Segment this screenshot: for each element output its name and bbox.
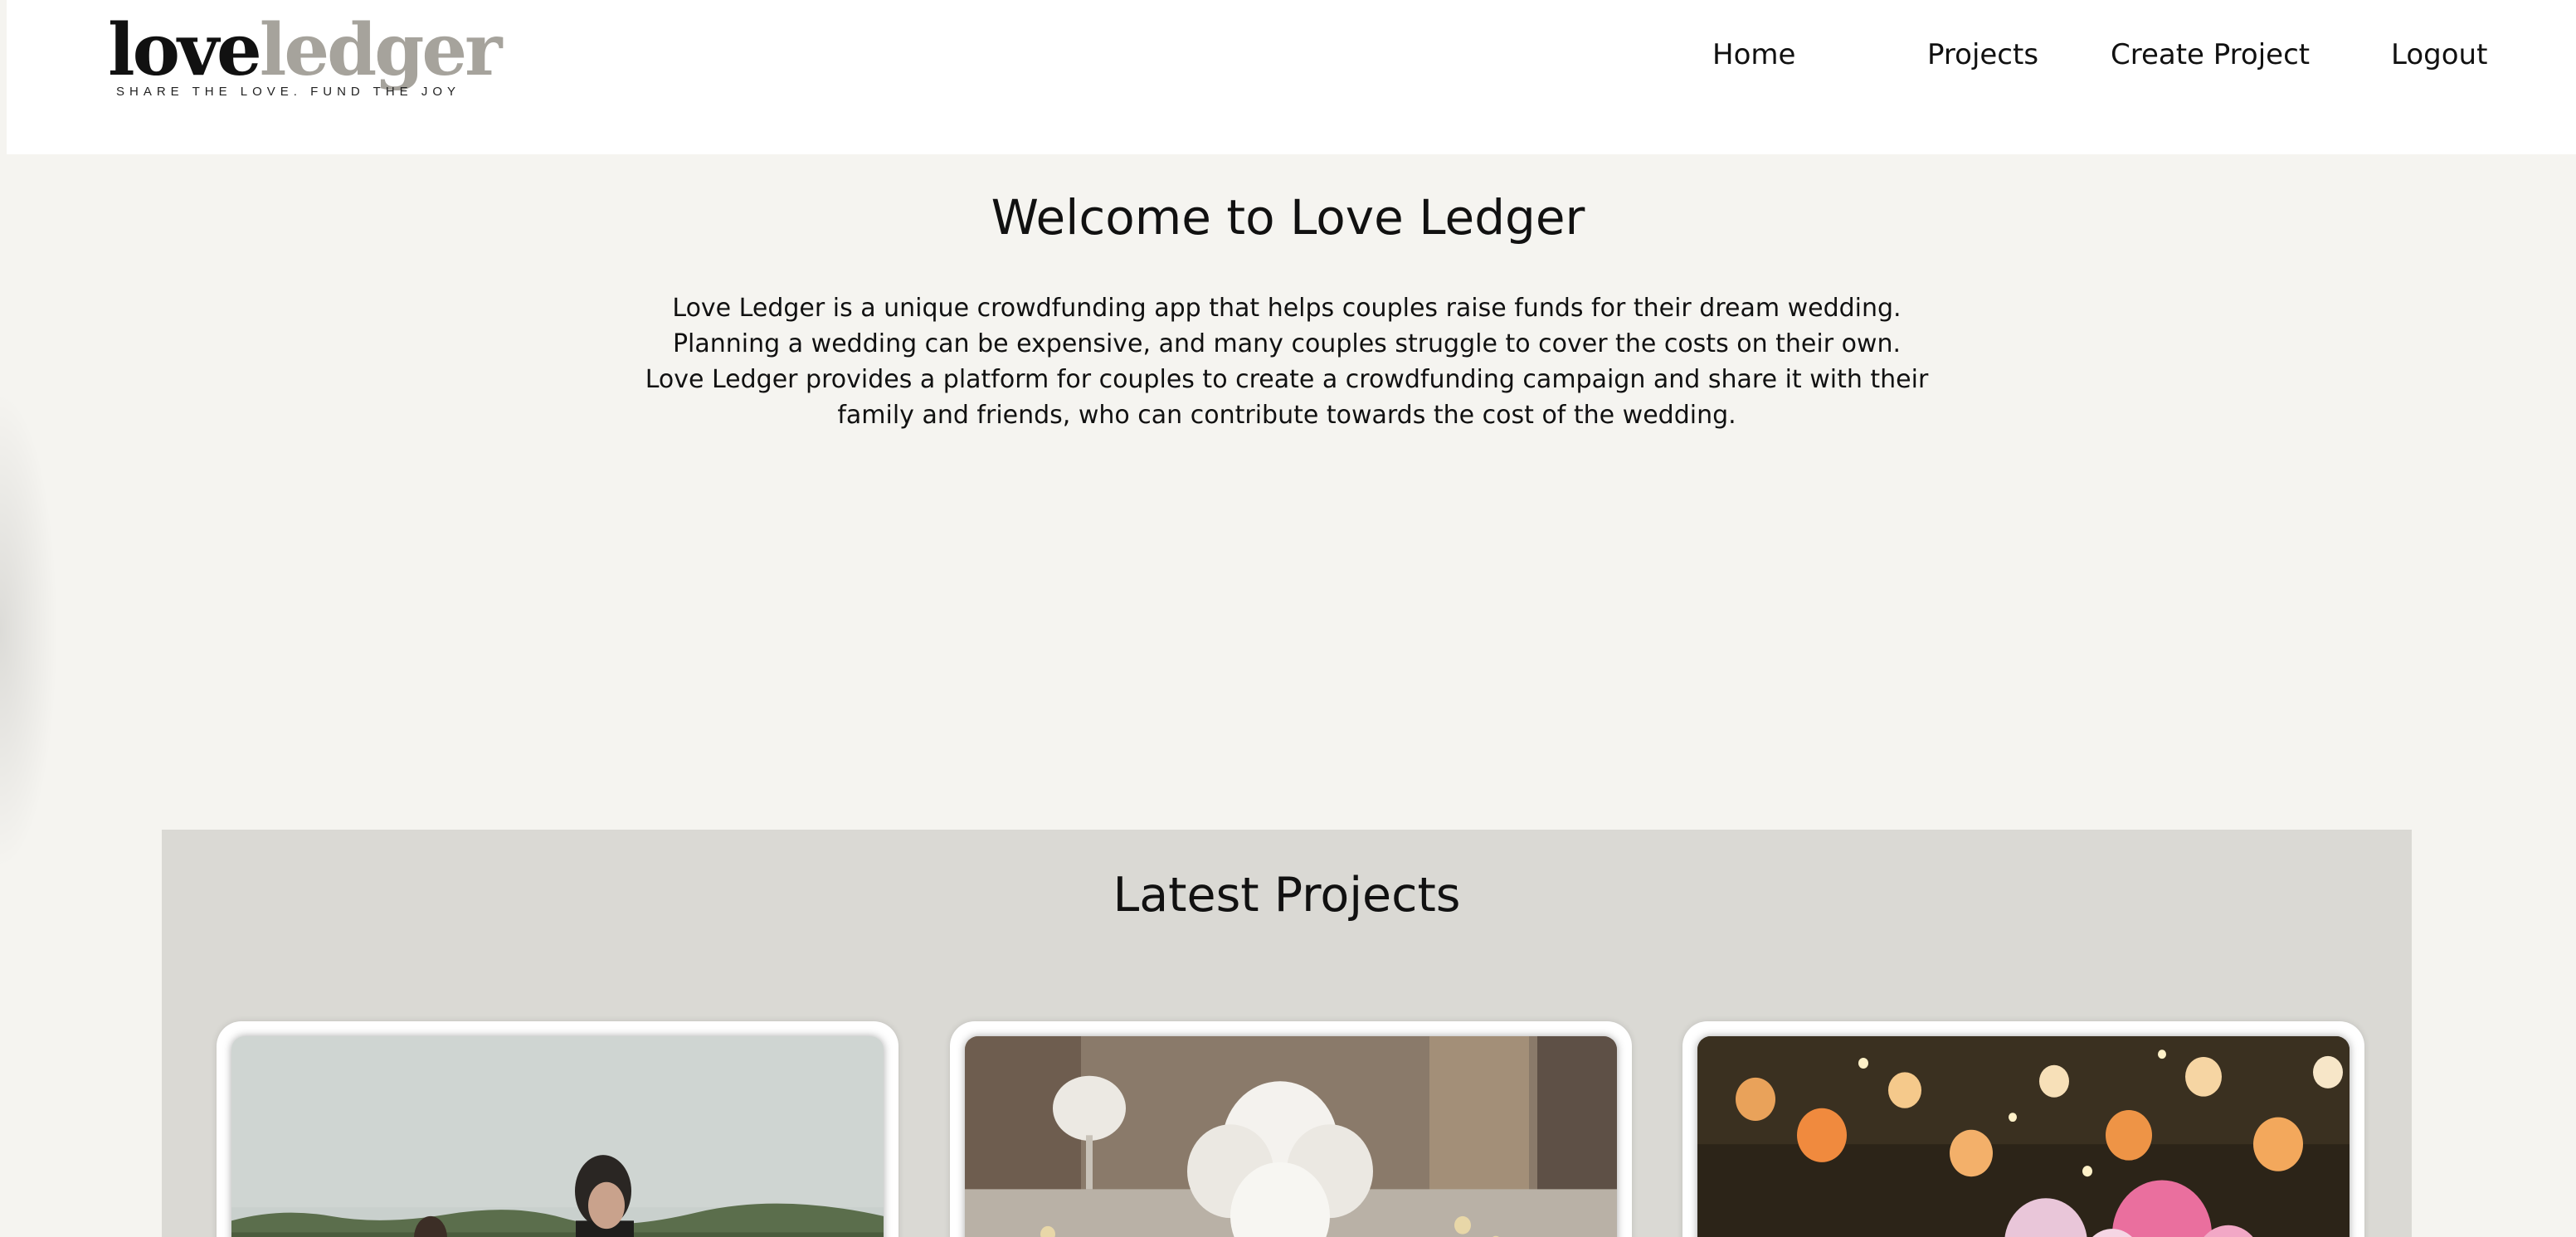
project-card[interactable] <box>950 1021 1632 1237</box>
nav-logout-link[interactable]: Logout <box>2391 38 2487 71</box>
site-header: loveledger SHARE THE LOVE. FUND THE JOY … <box>7 0 2576 154</box>
couple-outdoor-photo <box>231 1036 884 1237</box>
edge-shadow <box>0 390 58 871</box>
welcome-title: Welcome to Love Ledger <box>991 189 1585 246</box>
latest-projects-title: Latest Projects <box>1113 868 1461 923</box>
project-card[interactable] <box>217 1021 898 1237</box>
logo[interactable]: loveledger SHARE THE LOVE. FUND THE JOY <box>103 11 502 103</box>
welcome-description: Love Ledger is a unique crowdfunding app… <box>645 294 1929 430</box>
logo-tagline: SHARE THE LOVE. FUND THE JOY <box>116 85 460 99</box>
logo-word-love: love <box>108 8 262 92</box>
logo-word-ledger: ledger <box>259 8 503 92</box>
nav-create-project-link[interactable]: Create Project <box>2111 38 2310 71</box>
nav-projects-link[interactable]: Projects <box>1927 38 2038 71</box>
project-card[interactable] <box>1682 1021 2364 1237</box>
latest-projects-section: Latest Projects <box>162 830 2412 1237</box>
white-flower-centerpiece-photo <box>965 1036 1617 1237</box>
nav-home-link[interactable]: Home <box>1712 38 1795 71</box>
lanterns-and-pink-flowers-photo <box>1697 1036 2350 1237</box>
logo-wordmark: loveledger <box>108 11 502 90</box>
